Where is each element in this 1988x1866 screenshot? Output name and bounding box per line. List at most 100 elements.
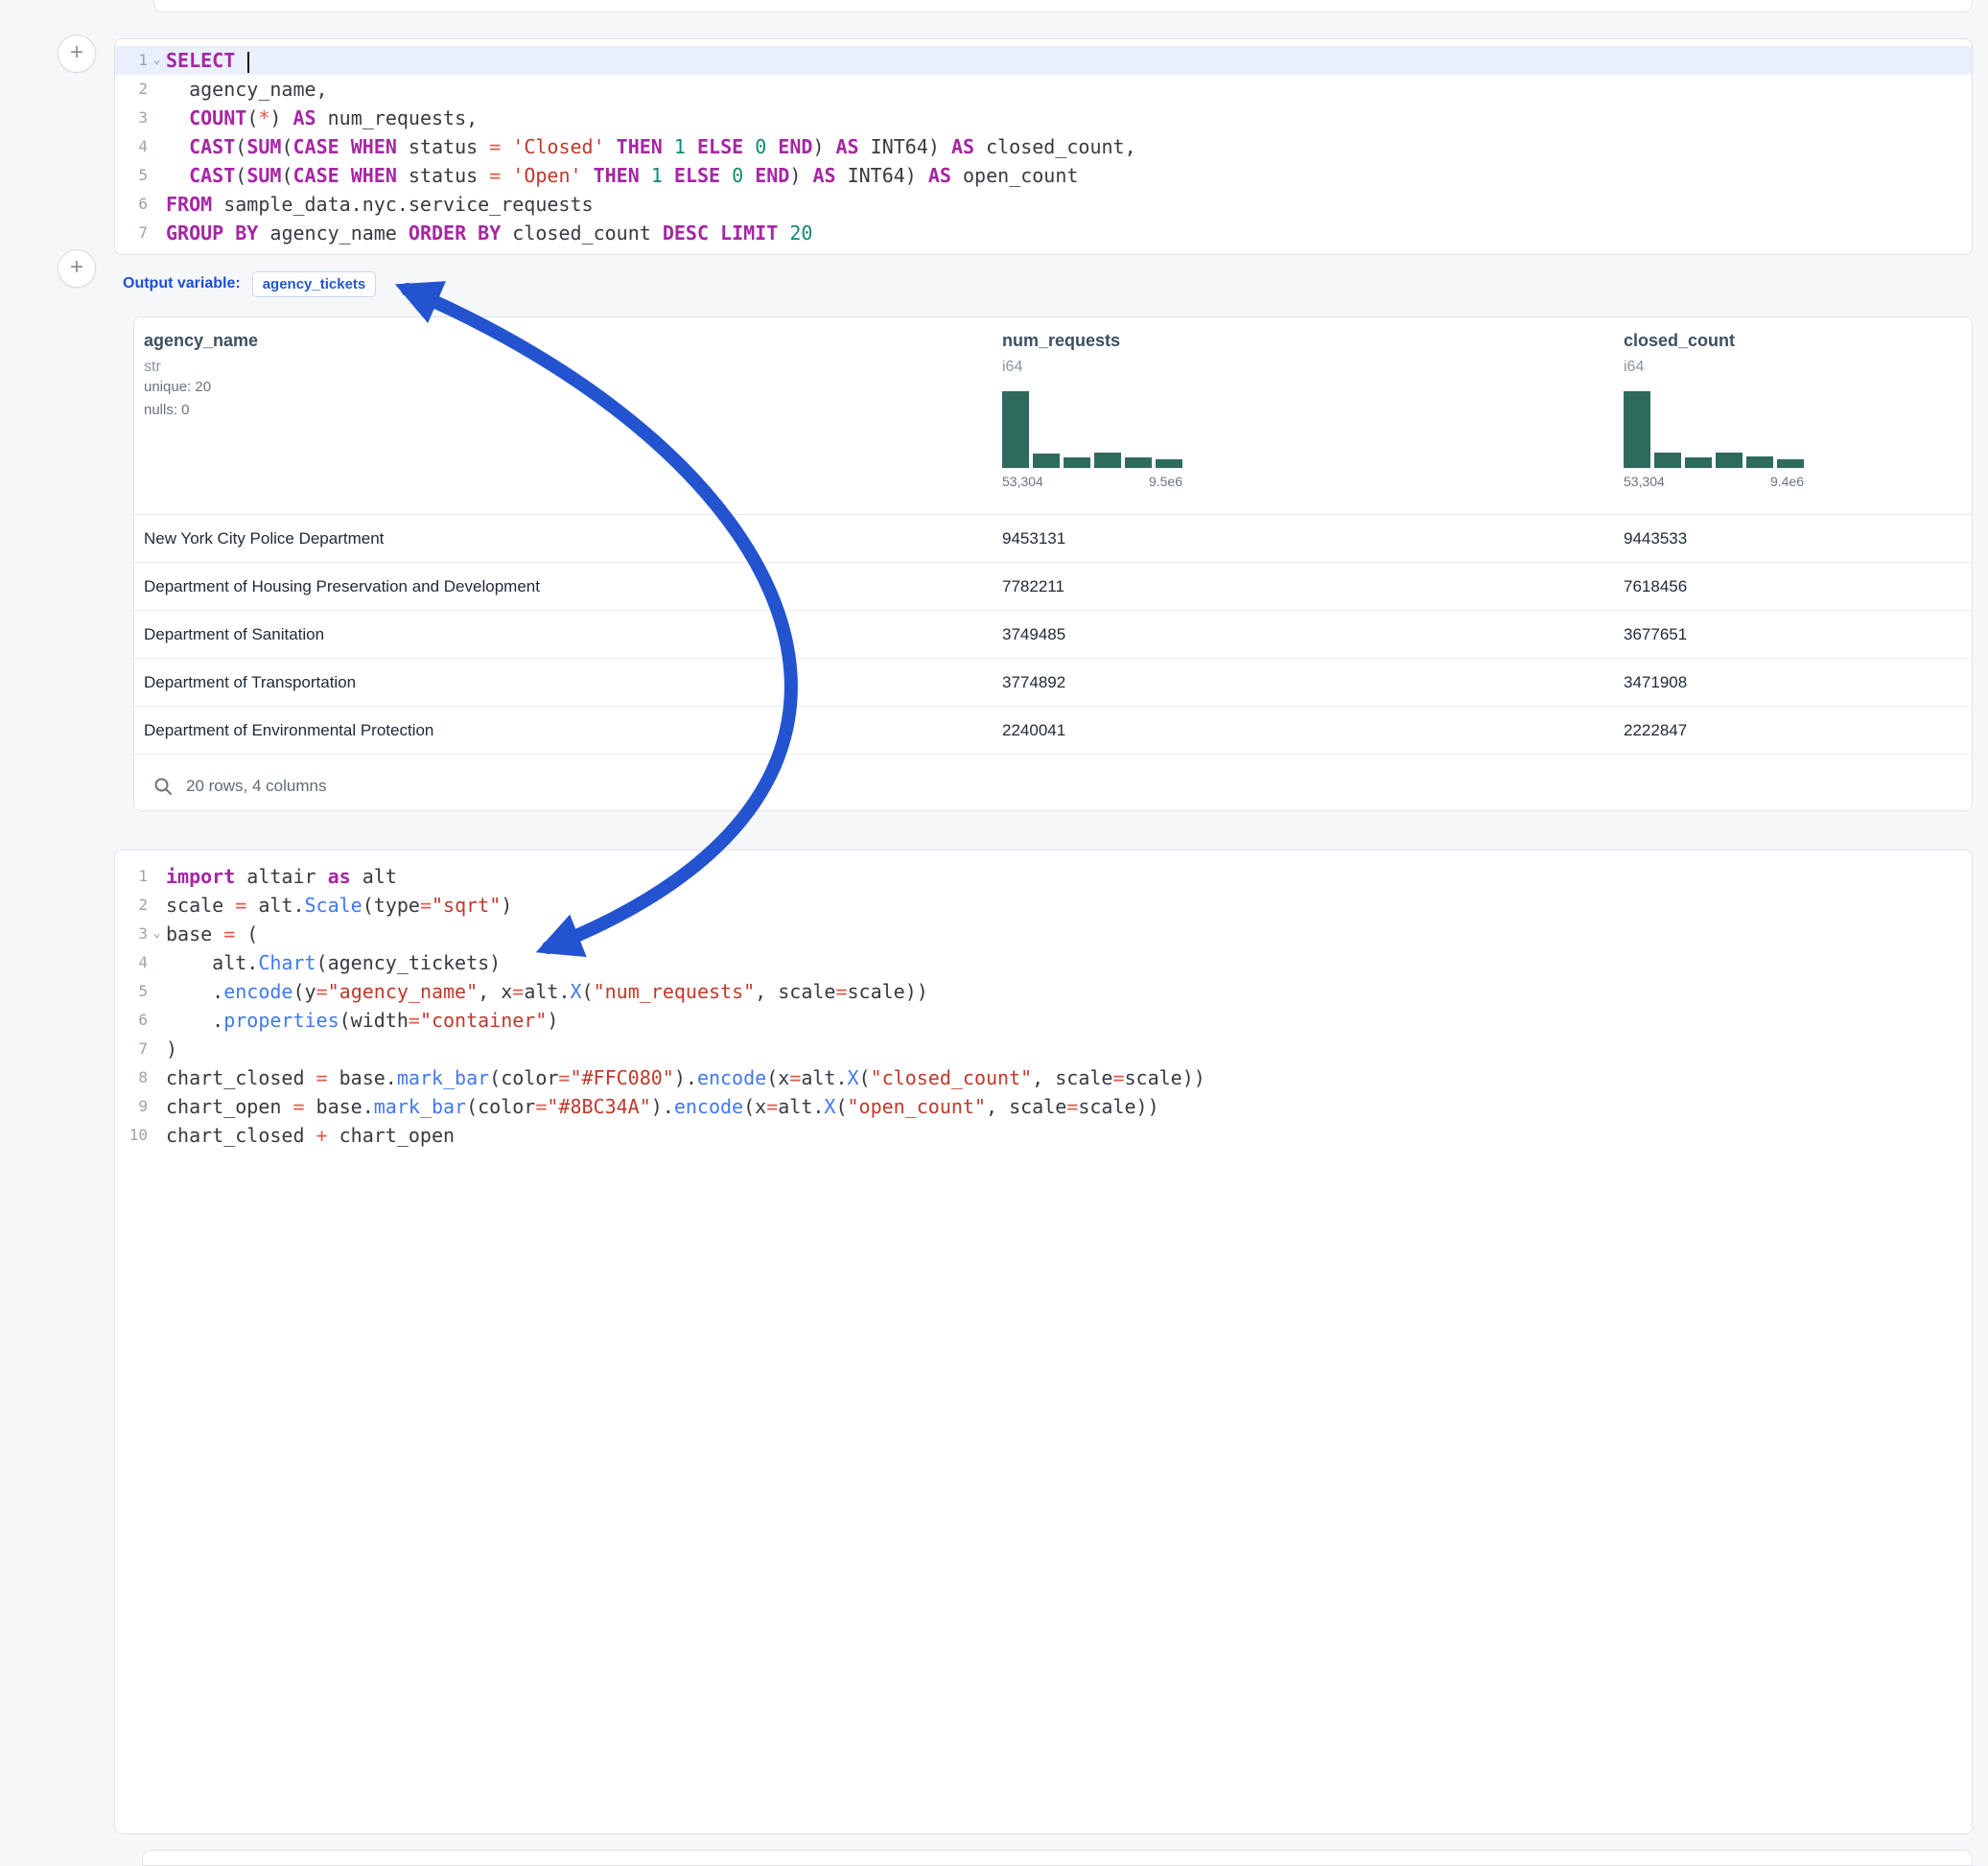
code-line[interactable]: 8 chart_closed = base.mark_bar(color="#FF… [115,1063,1972,1092]
line-number: 1 [115,862,148,891]
table-row[interactable]: Department of Sanitation37494853677651 [134,610,1972,658]
column-header-agency-name[interactable]: agency_name [144,331,988,351]
code-text: agency_name, [166,75,1972,104]
code-line[interactable]: 1⌄SELECT [115,46,1972,75]
code-text: SELECT [166,46,1972,75]
line-number: 6 [115,190,148,219]
code-text: alt.Chart(agency_tickets) [166,948,1972,977]
dataframe-card: agency_name str unique: 20 nulls: 0 num_… [133,316,1973,811]
table-cell: Department of Housing Preservation and D… [144,563,988,610]
column-type: i64 [1624,359,1804,376]
hist-max-label: 9.4e6 [1770,474,1804,489]
column-stat-nulls: nulls: 0 [144,399,988,422]
table-cell: New York City Police Department [144,515,988,562]
line-number: 7 [115,1035,148,1063]
add-cell-button[interactable]: + [58,35,96,73]
histogram-bar [1033,454,1060,468]
add-cell-button[interactable]: + [58,249,96,288]
line-number: 3 [115,104,148,132]
code-line[interactable]: 3 COUNT(*) AS num_requests, [115,104,1972,132]
line-number: 8 [115,1063,148,1092]
code-line[interactable]: 7 GROUP BY agency_name ORDER BY closed_co… [115,219,1972,247]
code-text: chart_closed + chart_open [166,1121,1972,1150]
table-footer: 20 rows, 4 columns [134,754,1972,811]
line-number: 7 [115,219,148,247]
table-cell: Department of Environmental Protection [144,707,988,754]
histogram-bar [1746,456,1773,468]
code-text: .properties(width="container") [166,1006,1972,1035]
table-body: New York City Police Department945313194… [134,514,1972,754]
column-header-closed-count[interactable]: closed_count [1624,331,1804,351]
code-line[interactable]: 7) [115,1035,1972,1063]
table-row[interactable]: New York City Police Department945313194… [134,514,1972,562]
code-line[interactable]: 6 FROM sample_data.nyc.service_requests [115,190,1972,219]
code-text: .encode(y="agency_name", x=alt.X("num_re… [166,977,1972,1006]
code-line[interactable]: 5 CAST(SUM(CASE WHEN status = 'Open' THE… [115,161,1972,190]
python-cell: 1 import altair as alt2scale = alt.Scale(… [114,850,1973,1834]
code-line[interactable]: 2 agency_name, [115,75,1972,104]
table-row[interactable]: Department of Housing Preservation and D… [134,562,1972,610]
table-cell: 2222847 [1624,707,1959,754]
code-line[interactable]: 2scale = alt.Scale(type="sqrt") [115,891,1972,920]
gutter-spacer [148,1063,166,1092]
line-number: 5 [115,161,148,190]
code-line[interactable]: 1 import altair as alt [115,862,1972,891]
code-line[interactable]: 3⌄base = ( [115,920,1972,948]
previous-cell-edge [153,0,1973,12]
table-cell: Department of Transportation [144,659,988,706]
histogram-bar [1156,459,1182,468]
output-variable-label: Output variable: [123,275,241,292]
histogram-bar [1125,457,1152,468]
code-text: chart_closed = base.mark_bar(color="#FFC… [166,1063,1972,1092]
gutter-spacer [148,161,166,190]
code-line[interactable]: 6 .properties(width="container") [115,1006,1972,1035]
histogram-bar [1064,457,1090,468]
histogram-bar [1624,391,1650,468]
gutter-spacer [148,977,166,1006]
table-cell: 3774892 [1002,659,1597,706]
code-line[interactable]: 4 alt.Chart(agency_tickets) [115,948,1972,977]
gutter-spacer [148,948,166,977]
line-number: 5 [115,977,148,1006]
column-stat-unique: unique: 20 [144,376,988,399]
sql-cell: 1⌄SELECT 2 agency_name,3 COUNT(*) AS num… [114,38,1973,255]
line-number: 2 [115,75,148,104]
code-text: scale = alt.Scale(type="sqrt") [166,891,1972,920]
histogram-bar [1685,457,1712,468]
table-row[interactable]: Department of Environmental Protection 22… [134,706,1972,754]
gutter-spacer [148,1092,166,1121]
gutter-spacer [148,862,166,891]
fold-chevron-icon[interactable]: ⌄ [148,46,166,75]
gutter-spacer [148,1006,166,1035]
gutter-spacer [148,104,166,132]
gutter-spacer [148,891,166,920]
code-text: FROM sample_data.nyc.service_requests [166,190,1972,219]
histogram-bar [1002,391,1029,468]
code-text: CAST(SUM(CASE WHEN status = 'Open' THEN … [166,161,1972,190]
column-histogram [1002,391,1182,468]
histogram-bar [1654,453,1681,468]
code-line[interactable]: 4 CAST(SUM(CASE WHEN status = 'Closed' T… [115,132,1972,161]
output-variable-row: Output variable: agency_tickets [123,267,376,301]
python-editor[interactable]: 1 import altair as alt2scale = alt.Scale(… [115,851,1972,1150]
code-text: import altair as alt [166,862,1972,891]
histogram-bar [1777,459,1804,468]
code-text: GROUP BY agency_name ORDER BY closed_cou… [166,219,1972,247]
code-line[interactable]: 9chart_open = base.mark_bar(color="#8BC3… [115,1092,1972,1121]
code-text: ) [166,1035,1972,1063]
gutter-spacer [148,219,166,247]
line-number: 10 [115,1121,148,1150]
code-text: CAST(SUM(CASE WHEN status = 'Closed' THE… [166,132,1972,161]
line-number: 6 [115,1006,148,1035]
sql-editor[interactable]: 1⌄SELECT 2 agency_name,3 COUNT(*) AS num… [115,39,1972,247]
code-line[interactable]: 10 chart_closed + chart_open [115,1121,1972,1150]
column-header-num-requests[interactable]: num_requests [1002,331,1182,351]
code-line[interactable]: 5 .encode(y="agency_name", x=alt.X("num_… [115,977,1972,1006]
output-variable-chip[interactable]: agency_tickets [252,271,377,297]
table-cell: Department of Sanitation [144,611,988,658]
fold-chevron-icon[interactable]: ⌄ [148,920,166,948]
table-row[interactable]: Department of Transportation377489234719… [134,658,1972,706]
column-histogram [1624,391,1804,468]
row-count-label: 20 rows, 4 columns [186,777,326,796]
search-icon[interactable] [153,777,173,796]
